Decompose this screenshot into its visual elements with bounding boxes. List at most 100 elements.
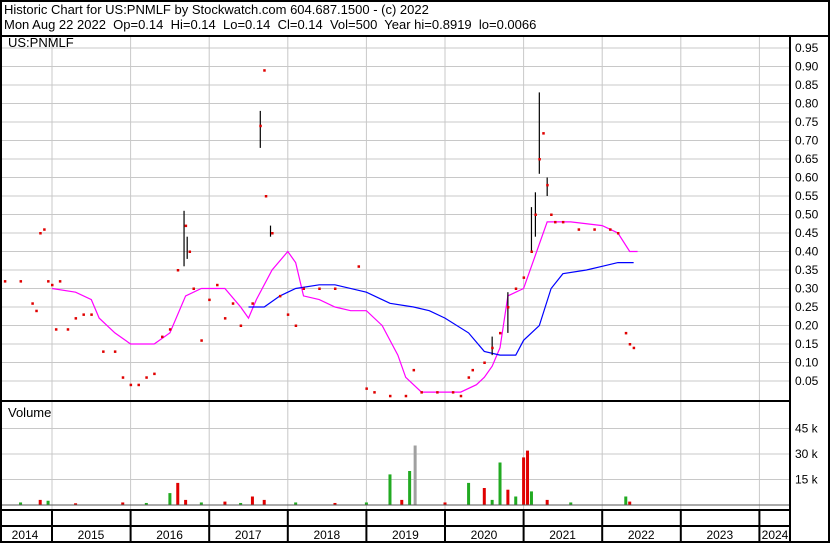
close-point xyxy=(530,250,533,253)
close-point xyxy=(522,276,526,279)
volume-bar xyxy=(522,457,526,505)
close-point xyxy=(483,361,486,364)
volume-bar xyxy=(176,482,180,505)
close-point xyxy=(192,287,195,290)
close-point xyxy=(373,391,376,394)
close-point xyxy=(550,213,553,216)
close-point xyxy=(74,317,78,320)
close-point xyxy=(412,368,416,372)
volume-bar xyxy=(490,499,494,505)
close-point xyxy=(491,346,494,350)
close-point xyxy=(43,228,46,231)
close-point xyxy=(388,394,392,398)
volume-bar xyxy=(526,450,530,505)
close-point xyxy=(514,287,518,290)
close-point xyxy=(58,280,62,283)
close-point xyxy=(263,69,266,72)
close-point xyxy=(278,294,282,298)
close-point xyxy=(554,220,557,224)
close-point xyxy=(286,313,290,316)
year-label: 2020 xyxy=(471,528,498,542)
volume-bar xyxy=(529,491,533,505)
volume-bar xyxy=(400,499,404,505)
close-point xyxy=(168,328,172,331)
price-tick-label: 0.70 xyxy=(795,134,819,148)
close-point xyxy=(534,213,537,216)
close-point xyxy=(200,339,203,342)
volume-bar xyxy=(498,462,502,505)
close-point xyxy=(251,302,254,305)
volume-bar xyxy=(223,501,227,505)
chart-svg: 2014 2015 2016 2017 2018 2019 2020 2021 2022 2023… xyxy=(0,0,830,543)
price-tick-label: 0.80 xyxy=(795,97,819,111)
close-point xyxy=(577,228,581,231)
price-tick-label: 0.45 xyxy=(795,226,819,240)
close-point xyxy=(259,124,262,128)
year-label: 2016 xyxy=(156,528,183,542)
close-point xyxy=(145,376,148,379)
volume-bar xyxy=(408,471,412,505)
volume-bar xyxy=(413,445,417,505)
close-point xyxy=(506,306,510,309)
close-point xyxy=(471,368,475,372)
price-tick-label: 0.10 xyxy=(795,356,819,370)
year-label: 2019 xyxy=(392,528,419,542)
price-panel-title: US:PNMLF xyxy=(8,35,74,50)
year-label: 2021 xyxy=(549,528,576,542)
close-point xyxy=(271,232,274,235)
volume-bar xyxy=(482,488,486,505)
volume-bar xyxy=(262,499,266,505)
chart-window: Historic Chart for US:PNMLF by Stockwatc… xyxy=(0,0,830,543)
close-point xyxy=(176,269,180,272)
close-point xyxy=(113,350,117,353)
close-point xyxy=(184,224,188,228)
price-tick-label: 0.85 xyxy=(795,78,819,92)
close-point xyxy=(54,328,58,331)
close-point xyxy=(239,324,243,327)
close-point xyxy=(632,346,636,350)
volume-bar xyxy=(250,496,254,505)
year-label: 2024 xyxy=(762,528,789,542)
volume-bar xyxy=(46,500,50,505)
volume-bar xyxy=(38,499,42,505)
close-point xyxy=(467,376,471,379)
price-tick-label: 0.40 xyxy=(795,245,819,259)
year-label: 2014 xyxy=(12,528,39,542)
close-point xyxy=(628,343,632,346)
price-tick-label: 0.05 xyxy=(795,374,819,388)
close-point xyxy=(302,287,306,290)
year-label: 2022 xyxy=(628,528,655,542)
close-point xyxy=(365,387,368,390)
close-point xyxy=(231,302,235,305)
close-point xyxy=(208,298,211,302)
close-point xyxy=(102,350,105,353)
volume-bar xyxy=(168,493,172,505)
price-tick-label: 0.95 xyxy=(795,41,819,55)
volume-bar xyxy=(545,499,549,505)
close-point xyxy=(420,391,423,394)
close-point xyxy=(561,220,565,224)
price-tick-label: 0.75 xyxy=(795,115,819,129)
close-point xyxy=(51,283,54,287)
price-tick-label: 0.35 xyxy=(795,263,819,277)
price-tick-label: 0.90 xyxy=(795,60,819,74)
close-point xyxy=(318,287,321,290)
volume-tick-label: 30 k xyxy=(795,447,819,461)
volume-bar xyxy=(184,499,188,505)
close-point xyxy=(624,331,628,335)
volume-bar xyxy=(388,474,392,505)
year-label: 2015 xyxy=(78,528,105,542)
ma_long-line xyxy=(248,262,634,356)
close-point xyxy=(223,317,227,320)
close-point xyxy=(436,391,439,394)
price-tick-label: 0.15 xyxy=(795,337,819,351)
close-point xyxy=(90,313,93,316)
price-tick-label: 0.25 xyxy=(795,300,819,314)
close-point xyxy=(137,383,140,387)
close-point xyxy=(66,328,70,331)
close-point xyxy=(121,376,125,379)
close-point xyxy=(546,183,549,187)
close-point xyxy=(19,280,23,283)
close-point xyxy=(294,324,298,327)
close-point xyxy=(538,158,541,161)
